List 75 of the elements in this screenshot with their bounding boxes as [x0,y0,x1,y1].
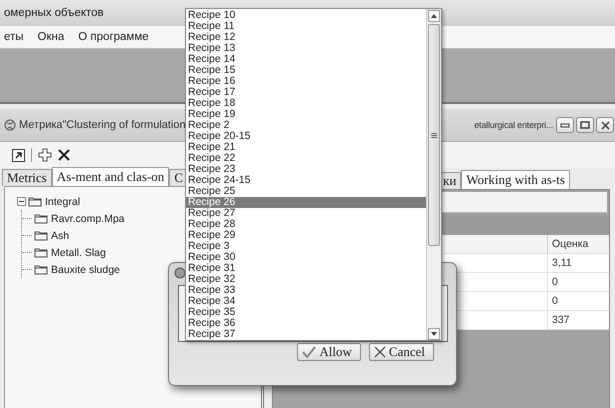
globe-icon [4,119,16,131]
down-arrow-icon [431,332,437,336]
list-item[interactable]: Recipe 18 [186,98,426,109]
minimize-button[interactable] [556,117,574,133]
scrollbar-thumb[interactable] [428,24,440,246]
menu-item[interactable]: О программе [78,31,149,43]
list-item[interactable]: Recipe 13 [186,43,426,54]
collapse-icon[interactable] [17,197,26,206]
table-cell: 337 [547,311,609,330]
list-item[interactable]: Recipe 31 [186,263,426,274]
minimize-icon [560,122,570,128]
delete-icon[interactable] [58,149,70,161]
tab[interactable]: Metrics [2,169,52,186]
open-window-icon[interactable] [12,148,25,162]
tree-item[interactable]: Metall. Slag [51,246,106,258]
folder-icon [28,196,43,207]
check-icon [302,346,316,358]
list-item[interactable]: Recipe 29 [186,230,426,241]
list-item[interactable]: Recipe 21 [186,142,426,153]
folder-icon [34,213,49,224]
list-item[interactable]: Recipe 36 [186,318,426,329]
list-item[interactable]: Recipe 37 [186,329,426,340]
list-item[interactable]: Recipe 24-15 [186,175,426,186]
tree-item[interactable]: Bauxite sludge [51,264,120,276]
table-cell: 0 [547,273,609,292]
list-item[interactable]: Recipe 30 [186,252,426,263]
list-item[interactable]: Recipe 14 [186,54,426,65]
list-item[interactable]: Recipe 19 [186,109,426,120]
list-item[interactable]: Recipe 17 [186,87,426,98]
list-item[interactable]: Recipe 16 [186,76,426,87]
menu-item[interactable]: еты [4,31,24,43]
list-item[interactable]: Recipe 35 [186,307,426,318]
close-icon [600,120,610,130]
tree-item[interactable]: Ash [51,230,70,242]
list-item[interactable]: Recipe 34 [186,296,426,307]
list-item[interactable]: Recipe 26 [186,197,426,208]
child-window-title: etallurgical enterpri... [474,120,553,130]
tree-item[interactable]: Ravr.comp.Mpa [51,212,125,224]
list-item[interactable]: Recipe 11 [186,21,426,32]
table-cell: 0 [547,292,609,311]
tab[interactable]: Working with as-ts [461,170,570,189]
list-item[interactable]: Recipe 32 [186,274,426,285]
maximize-icon [580,121,590,129]
menu-item[interactable]: Окна [38,31,64,43]
list-item[interactable]: Recipe 15 [186,65,426,76]
add-icon[interactable] [38,148,52,162]
list-item[interactable]: Recipe 33 [186,285,426,296]
list-item[interactable]: Recipe 20-15 [186,131,426,142]
cancel-button[interactable]: Cancel [368,343,434,361]
up-arrow-icon [431,14,437,18]
child-window-title: Метрика"Clustering of formulation [19,119,186,131]
scroll-up-button[interactable] [428,10,440,22]
scroll-down-button[interactable] [428,328,440,340]
column-header[interactable]: Оценка [547,235,609,254]
allow-button[interactable]: Allow [297,343,361,361]
list-item[interactable]: Recipe 10 [186,10,426,21]
folder-icon [34,230,49,241]
cancel-icon [374,346,386,358]
dialog-icon [174,267,186,279]
window-title: омерных объектов [4,7,104,19]
list-item[interactable]: Recipe 12 [186,32,426,43]
close-button[interactable] [596,117,614,133]
tree-item[interactable]: Integral [45,196,80,208]
maximize-button[interactable] [576,117,594,133]
table-cell: 3,11 [547,254,609,273]
folder-icon [34,247,49,258]
list-item[interactable]: Recipe 22 [186,153,426,164]
list-item[interactable]: Recipe 27 [186,208,426,219]
tab[interactable]: As-ment and clas-on [52,167,170,186]
list-item[interactable]: Recipe 28 [186,219,426,230]
list-item[interactable]: Recipe 23 [186,164,426,175]
list-item[interactable]: Recipe 2 [186,120,426,131]
list-item[interactable]: Recipe 25 [186,186,426,197]
list-item[interactable]: Recipe 3 [186,241,426,252]
folder-icon [34,264,49,275]
